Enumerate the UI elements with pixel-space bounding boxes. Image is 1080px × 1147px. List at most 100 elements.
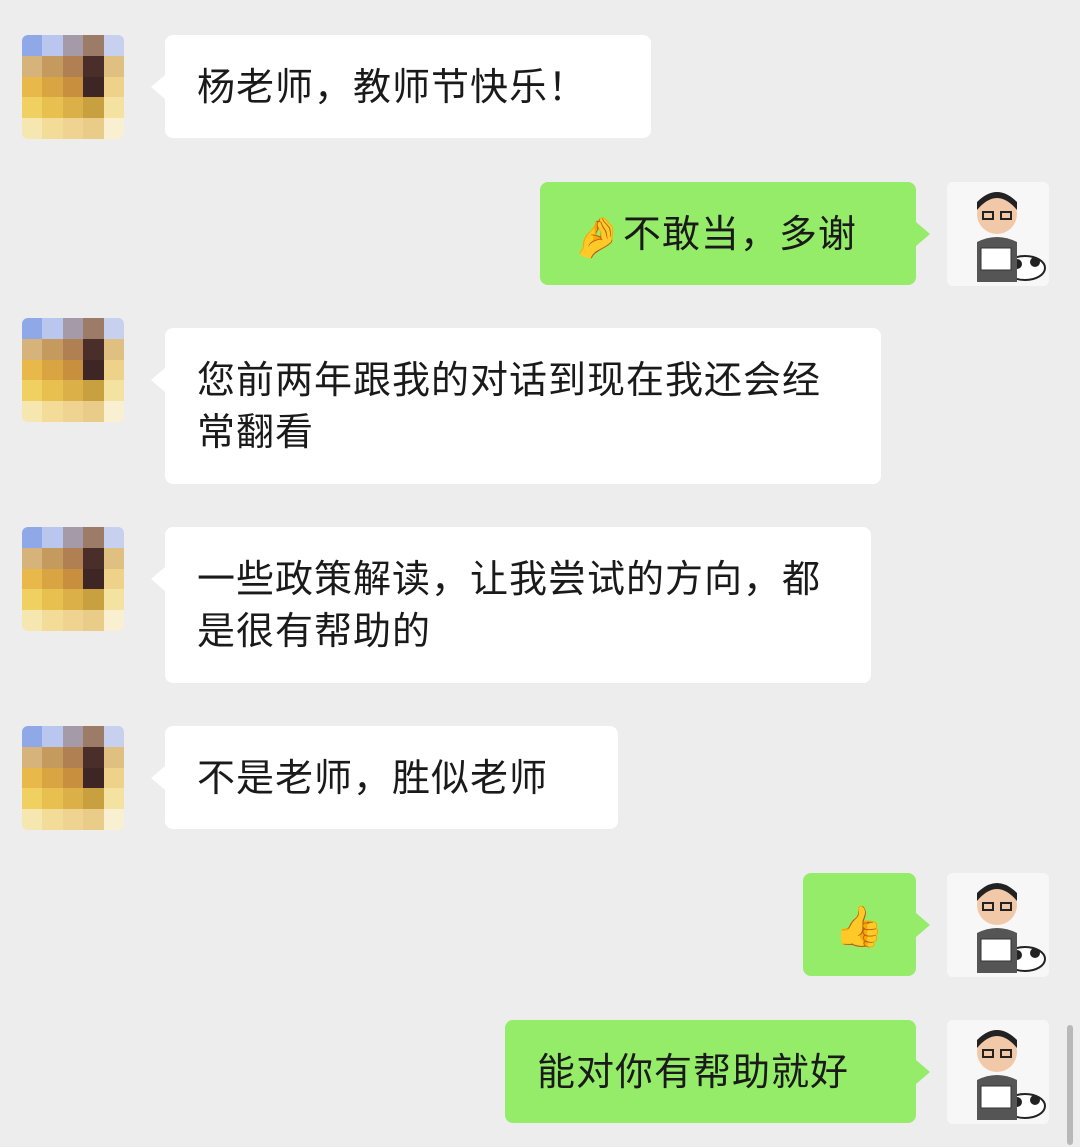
mosaic-tile	[22, 809, 43, 830]
mosaic-tile	[42, 338, 63, 360]
mosaic-tile	[62, 338, 84, 360]
mosaic-tile	[62, 746, 84, 768]
mosaic-tile	[42, 76, 63, 98]
mosaic-tile	[62, 55, 84, 77]
mosaic-tile	[22, 338, 43, 360]
contact-avatar[interactable]	[22, 527, 124, 631]
message-text: 一些政策解读，让我尝试的方向，都是很有帮助的	[197, 557, 822, 653]
mosaic-tile	[62, 318, 84, 339]
mosaic-tile	[103, 35, 124, 56]
message-bubble[interactable]: 您前两年跟我的对话到现在我还会经常翻看	[151, 328, 881, 484]
mosaic-tile	[22, 746, 43, 768]
mosaic-tile	[83, 568, 104, 590]
message-bubble[interactable]: 一些政策解读，让我尝试的方向，都是很有帮助的	[151, 527, 871, 683]
message-text: 不敢当，多谢	[622, 212, 857, 256]
mosaic-tile	[62, 380, 84, 402]
user-avatar[interactable]	[947, 873, 1049, 977]
mosaic-tile	[22, 76, 43, 98]
message-text: 您前两年跟我的对话到现在我还会经常翻看	[197, 358, 822, 454]
thumbs-up-emoji-icon: 👍	[834, 904, 885, 950]
mosaic-tile	[22, 97, 43, 119]
mosaic-tile	[62, 401, 84, 422]
mosaic-tile	[83, 401, 104, 422]
mosaic-tile	[103, 338, 124, 360]
cartoon-man-panda-icon	[947, 182, 1049, 286]
mosaic-tile	[22, 610, 43, 631]
mosaic-tile	[103, 76, 124, 98]
mosaic-tile	[83, 788, 104, 810]
mosaic-tile	[22, 788, 43, 810]
blurred-avatar-image	[22, 527, 124, 631]
mosaic-tile	[83, 767, 104, 789]
message-bubble[interactable]: 能对你有帮助就好	[505, 1020, 930, 1123]
mosaic-tile	[22, 380, 43, 402]
mosaic-tile	[42, 55, 63, 77]
mosaic-tile	[83, 76, 104, 98]
mosaic-tile	[62, 589, 84, 611]
mosaic-tile	[103, 547, 124, 569]
mosaic-tile	[62, 118, 84, 139]
mosaic-tile	[42, 401, 63, 422]
user-avatar[interactable]	[947, 1020, 1049, 1124]
mosaic-tile	[83, 726, 104, 747]
mosaic-tile	[22, 318, 43, 339]
mosaic-tile	[42, 527, 63, 548]
contact-avatar[interactable]	[22, 35, 124, 139]
mosaic-tile	[83, 547, 104, 569]
message-bubble[interactable]: 不是老师，胜似老师	[151, 726, 618, 829]
mosaic-tile	[62, 35, 84, 56]
mosaic-tile	[83, 746, 104, 768]
mosaic-tile	[83, 118, 104, 139]
mosaic-tile	[83, 35, 104, 56]
mosaic-tile	[62, 527, 84, 548]
contact-avatar[interactable]	[22, 726, 124, 830]
mosaic-tile	[42, 726, 63, 747]
mosaic-tile	[22, 359, 43, 381]
mosaic-tile	[62, 76, 84, 98]
mosaic-tile	[62, 809, 84, 830]
mosaic-tile	[42, 359, 63, 381]
mosaic-tile	[83, 338, 104, 360]
scrollbar[interactable]	[1067, 1025, 1073, 1145]
mosaic-tile	[103, 55, 124, 77]
user-avatar[interactable]	[947, 182, 1049, 286]
mosaic-tile	[103, 359, 124, 381]
mosaic-tile	[22, 118, 43, 139]
mosaic-tile	[62, 547, 84, 569]
mosaic-tile	[42, 788, 63, 810]
mosaic-tile	[103, 118, 124, 139]
mosaic-tile	[62, 610, 84, 631]
mosaic-tile	[103, 788, 124, 810]
mosaic-tile	[103, 97, 124, 119]
mosaic-tile	[42, 767, 63, 789]
message-bubble[interactable]: 杨老师，教师节快乐！	[151, 35, 651, 138]
mosaic-tile	[62, 97, 84, 119]
mosaic-tile	[42, 547, 63, 569]
mosaic-tile	[62, 568, 84, 590]
mosaic-tile	[42, 809, 63, 830]
mosaic-tile	[62, 767, 84, 789]
mosaic-tile	[22, 547, 43, 569]
mosaic-tile	[83, 527, 104, 548]
message-bubble[interactable]: 👍	[803, 873, 930, 976]
mosaic-tile	[22, 568, 43, 590]
mosaic-tile	[83, 318, 104, 339]
mosaic-tile	[103, 746, 124, 768]
mosaic-tile	[42, 568, 63, 590]
message-text: 能对你有帮助就好	[537, 1050, 850, 1094]
mosaic-tile	[42, 380, 63, 402]
message-text: 不是老师，胜似老师	[197, 756, 549, 800]
mosaic-tile	[42, 589, 63, 611]
mosaic-tile	[22, 401, 43, 422]
mosaic-tile	[83, 55, 104, 77]
mosaic-tile	[42, 35, 63, 56]
contact-avatar[interactable]	[22, 318, 124, 422]
mosaic-tile	[103, 767, 124, 789]
mosaic-tile	[62, 788, 84, 810]
mosaic-tile	[103, 527, 124, 548]
mosaic-tile	[83, 380, 104, 402]
mosaic-tile	[22, 527, 43, 548]
mosaic-tile	[103, 380, 124, 402]
message-bubble[interactable]: 🤌不敢当，多谢	[540, 182, 930, 285]
mosaic-tile	[103, 726, 124, 747]
